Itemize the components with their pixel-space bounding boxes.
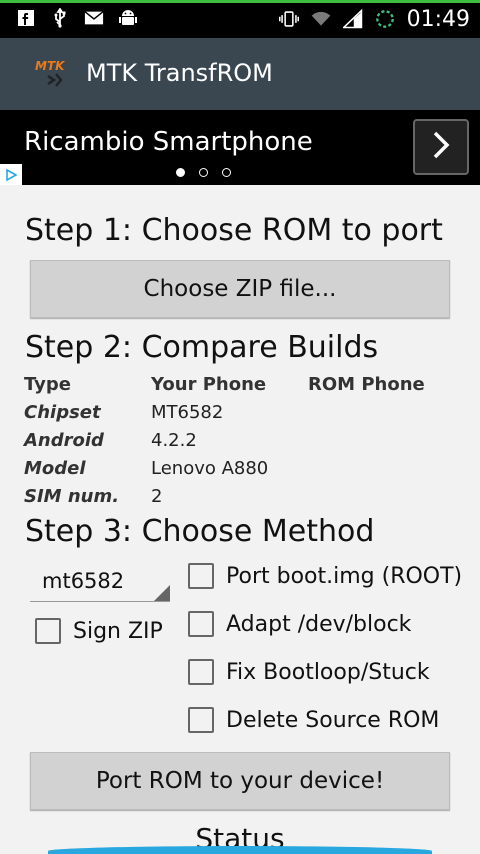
vibrate-icon	[278, 9, 299, 29]
port-rom-button[interactable]: Port ROM to your device!	[30, 752, 450, 810]
option-adapt-dev-block-row[interactable]: Adapt /dev/block	[188, 611, 411, 637]
delete-source-label: Delete Source ROM	[226, 707, 440, 733]
step3-heading: Step 3: Choose Method	[25, 514, 375, 549]
table-header-your-phone: Your Phone	[151, 374, 267, 395]
fix-bootloop-label: Fix Bootloop/Stuck	[226, 659, 430, 685]
android-debug-icon	[118, 8, 138, 28]
row-model-label: Model	[24, 458, 86, 479]
step2-heading: Step 2: Compare Builds	[25, 330, 379, 365]
ad-banner[interactable]: Ricambio Smartphone	[0, 110, 480, 185]
dropdown-triangle-icon	[154, 585, 170, 601]
sign-zip-checkbox-row[interactable]: Sign ZIP	[35, 618, 163, 644]
row-model-your: Lenovo A880	[151, 458, 269, 479]
port-boot-checkbox[interactable]	[188, 563, 214, 589]
mail-icon	[84, 8, 104, 28]
app-logo-icon[interactable]: MTK	[34, 56, 78, 92]
chevron-right-icon	[429, 130, 453, 164]
row-sim-label: SIM num.	[24, 486, 120, 507]
app-title: MTK TransfROM	[86, 59, 273, 87]
table-header-type: Type	[24, 374, 71, 395]
row-sim-your: 2	[151, 486, 163, 507]
port-boot-label: Port boot.img (ROOT)	[226, 563, 463, 589]
status-indicator	[48, 846, 432, 854]
row-chipset-your: MT6582	[151, 402, 224, 423]
sync-icon	[375, 9, 395, 29]
adapt-dev-block-label: Adapt /dev/block	[226, 611, 412, 637]
wifi-icon	[311, 9, 331, 29]
usb-icon	[50, 8, 70, 28]
choose-zip-button[interactable]: Choose ZIP file...	[30, 260, 450, 318]
row-android-label: Android	[24, 430, 104, 451]
action-bar: MTK MTK TransfROM	[0, 38, 480, 110]
sign-zip-label: Sign ZIP	[73, 618, 163, 644]
method-select-value: mt6582	[42, 569, 125, 593]
status-bar: 01:49	[0, 0, 480, 38]
facebook-icon	[16, 8, 36, 28]
clock: 01:49	[406, 6, 470, 32]
ad-dot	[222, 168, 231, 177]
ad-dot	[199, 168, 208, 177]
svg-text:MTK: MTK	[35, 59, 66, 73]
adchoices-icon[interactable]	[0, 164, 22, 185]
delete-source-checkbox[interactable]	[188, 707, 214, 733]
option-port-boot-row[interactable]: Port boot.img (ROOT)	[188, 563, 462, 589]
status-bar-accent-line	[0, 0, 480, 3]
row-android-your: 4.2.2	[151, 430, 197, 451]
signal-icon	[342, 8, 363, 29]
step1-heading: Step 1: Choose ROM to port	[25, 213, 443, 248]
option-delete-source-row[interactable]: Delete Source ROM	[188, 707, 439, 733]
fix-bootloop-checkbox[interactable]	[188, 659, 214, 685]
sign-zip-checkbox[interactable]	[35, 618, 61, 644]
ad-next-button[interactable]	[413, 119, 469, 175]
option-fix-bootloop-row[interactable]: Fix Bootloop/Stuck	[188, 659, 430, 685]
ad-text[interactable]: Ricambio Smartphone	[24, 127, 313, 157]
ad-pager-dots	[176, 168, 231, 177]
ad-dot	[176, 168, 185, 177]
adapt-dev-block-checkbox[interactable]	[188, 611, 214, 637]
table-header-rom-phone: ROM Phone	[308, 374, 425, 395]
row-chipset-label: Chipset	[24, 402, 101, 423]
method-select[interactable]: mt6582	[30, 562, 170, 602]
